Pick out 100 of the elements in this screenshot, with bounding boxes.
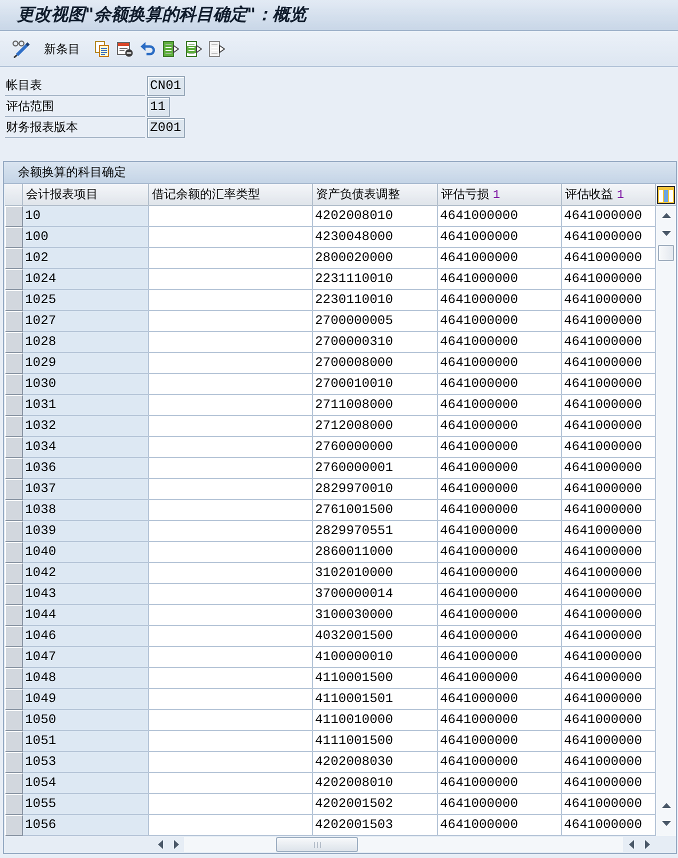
table-input-field[interactable] (149, 731, 313, 752)
row-selector[interactable] (5, 731, 23, 752)
table-input-field[interactable]: 4641000000 (438, 248, 562, 269)
table-input-field[interactable]: 4641000000 (562, 374, 656, 395)
display-change-button[interactable] (10, 38, 32, 60)
vertical-scrollbar[interactable] (656, 206, 676, 836)
table-input-field[interactable]: 4641000000 (562, 626, 656, 647)
value-field[interactable]: CN01 (147, 76, 186, 96)
table-input-field[interactable]: 4641000000 (438, 710, 562, 731)
table-input-field[interactable]: 4202008010 (313, 206, 438, 227)
table-input-field[interactable]: 4641000000 (438, 773, 562, 794)
table-input-field[interactable]: 4202001503 (313, 815, 438, 836)
new-entries-button[interactable]: 新条目 (41, 38, 83, 58)
table-input-field[interactable] (149, 752, 313, 773)
table-input-field[interactable]: 4641000000 (438, 731, 562, 752)
table-input-field[interactable] (149, 521, 313, 542)
table-input-field[interactable] (149, 269, 313, 290)
table-input-field[interactable]: 4641000000 (562, 794, 656, 815)
column-header[interactable]: 评估收益 1 (562, 184, 656, 206)
table-input-field[interactable] (149, 290, 313, 311)
table-input-field[interactable]: 2700010010 (313, 374, 438, 395)
table-input-field[interactable]: 4641000000 (438, 647, 562, 668)
table-input-field[interactable]: 2760000000 (313, 437, 438, 458)
table-input-field[interactable]: 2700000005 (313, 311, 438, 332)
table-input-field[interactable]: 4641000000 (562, 227, 656, 248)
table-input-field[interactable] (149, 542, 313, 563)
row-selector[interactable] (5, 584, 23, 605)
table-input-field[interactable] (149, 563, 313, 584)
table-input-field[interactable]: 4641000000 (562, 500, 656, 521)
row-selector[interactable] (5, 500, 23, 521)
row-selector[interactable] (5, 815, 23, 836)
table-input-field[interactable]: 4641000000 (438, 689, 562, 710)
row-selector[interactable] (5, 479, 23, 500)
table-input-field[interactable]: 2829970551 (313, 521, 438, 542)
row-selector[interactable] (5, 269, 23, 290)
table-input-field[interactable]: 4641000000 (562, 584, 656, 605)
table-input-field[interactable] (149, 374, 313, 395)
table-input-field[interactable]: 2761001500 (313, 500, 438, 521)
select-all-button[interactable] (161, 38, 181, 58)
table-input-field[interactable] (149, 416, 313, 437)
select-block-button[interactable] (184, 38, 204, 58)
table-input-field[interactable]: 4641000000 (562, 521, 656, 542)
table-input-field[interactable] (149, 773, 313, 794)
row-selector[interactable] (5, 689, 23, 710)
table-input-field[interactable]: 4641000000 (562, 647, 656, 668)
row-selector[interactable] (5, 605, 23, 626)
table-input-field[interactable] (149, 605, 313, 626)
table-input-field[interactable]: 4641000000 (562, 605, 656, 626)
table-input-field[interactable]: 2231110010 (313, 269, 438, 290)
table-input-field[interactable]: 4641000000 (438, 668, 562, 689)
table-input-field[interactable]: 4641000000 (438, 794, 562, 815)
table-input-field[interactable]: 3700000014 (313, 584, 438, 605)
table-input-field[interactable]: 4641000000 (438, 815, 562, 836)
table-input-field[interactable]: 4641000000 (562, 689, 656, 710)
copy-button[interactable] (92, 38, 112, 58)
row-selector[interactable] (5, 248, 23, 269)
row-selector[interactable] (5, 542, 23, 563)
table-input-field[interactable] (149, 248, 313, 269)
table-input-field[interactable] (149, 626, 313, 647)
row-selector[interactable] (5, 626, 23, 647)
scroll-thumb[interactable] (276, 837, 358, 852)
table-input-field[interactable] (149, 815, 313, 836)
row-selector[interactable] (5, 311, 23, 332)
table-input-field[interactable]: 4202008010 (313, 773, 438, 794)
table-input-field[interactable]: 3100030000 (313, 605, 438, 626)
table-input-field[interactable]: 4110010000 (313, 710, 438, 731)
table-input-field[interactable]: 4641000000 (438, 542, 562, 563)
table-input-field[interactable] (149, 206, 313, 227)
table-input-field[interactable]: 2829970010 (313, 479, 438, 500)
table-input-field[interactable]: 4641000000 (438, 374, 562, 395)
column-header[interactable]: 会计报表项目 (23, 184, 149, 206)
table-input-field[interactable]: 4641000000 (562, 815, 656, 836)
table-input-field[interactable]: 4202001502 (313, 794, 438, 815)
column-header[interactable]: 借记余额的汇率类型 (149, 184, 313, 206)
table-input-field[interactable]: 2800020000 (313, 248, 438, 269)
table-input-field[interactable]: 4641000000 (562, 248, 656, 269)
row-selector[interactable] (5, 710, 23, 731)
table-input-field[interactable]: 3102010000 (313, 563, 438, 584)
row-selector[interactable] (5, 458, 23, 479)
table-input-field[interactable]: 4202008030 (313, 752, 438, 773)
table-input-field[interactable]: 2712008000 (313, 416, 438, 437)
row-selector[interactable] (5, 416, 23, 437)
row-selector[interactable] (5, 374, 23, 395)
table-input-field[interactable]: 4641000000 (562, 479, 656, 500)
table-input-field[interactable] (149, 395, 313, 416)
table-input-field[interactable]: 4641000000 (562, 563, 656, 584)
table-input-field[interactable]: 4641000000 (438, 479, 562, 500)
deselect-all-button[interactable] (207, 38, 227, 58)
table-input-field[interactable]: 2230110010 (313, 290, 438, 311)
scroll-thumb[interactable] (658, 245, 674, 261)
table-input-field[interactable]: 4641000000 (438, 563, 562, 584)
table-input-field[interactable]: 4641000000 (438, 626, 562, 647)
table-input-field[interactable]: 4641000000 (438, 269, 562, 290)
horizontal-scrollbar[interactable] (184, 837, 623, 852)
table-input-field[interactable] (149, 227, 313, 248)
table-input-field[interactable] (149, 353, 313, 374)
row-selector[interactable] (5, 353, 23, 374)
table-input-field[interactable]: 4641000000 (562, 290, 656, 311)
table-input-field[interactable]: 4032001500 (313, 626, 438, 647)
row-selector[interactable] (5, 794, 23, 815)
